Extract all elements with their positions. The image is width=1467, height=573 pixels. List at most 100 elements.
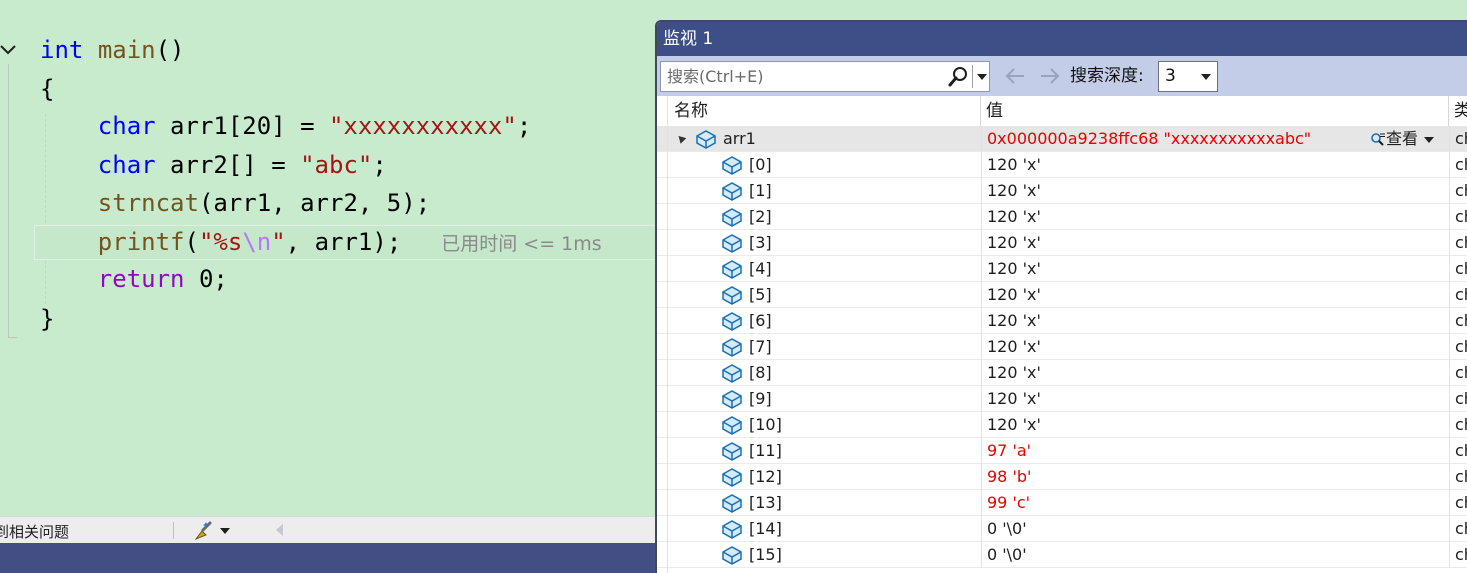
watch-row-name: [13] — [749, 493, 782, 512]
divider — [1449, 256, 1450, 282]
expand-triangle-icon[interactable] — [675, 133, 687, 144]
watch-row-type: ch — [1455, 467, 1467, 486]
watch-row[interactable]: [2] 120 'x' ch — [657, 204, 1467, 230]
column-header-value[interactable]: 值 — [981, 96, 1449, 126]
divider — [1449, 360, 1450, 386]
watch-row-name: [0] — [749, 155, 772, 174]
search-options-dropdown-icon[interactable] — [974, 62, 990, 91]
code-line-1[interactable]: int main() — [40, 32, 185, 68]
watch-row-value[interactable]: 120 'x' — [987, 386, 1041, 412]
divider — [1449, 516, 1450, 542]
column-header-type[interactable]: 类 — [1449, 96, 1467, 126]
variable-field-icon — [721, 155, 743, 175]
code-editor[interactable]: int main() { char arr1[20] = "xxxxxxxxxx… — [0, 0, 674, 516]
watch-title[interactable]: 监视 1 — [657, 22, 1467, 56]
watch-row[interactable]: [6] 120 'x' ch — [657, 308, 1467, 334]
watch-row-name: [11] — [749, 441, 782, 460]
watch-row[interactable]: [4] 120 'x' ch — [657, 256, 1467, 282]
code-line-4[interactable]: char arr2[] = "abc"; — [40, 147, 387, 183]
watch-row-name: [10] — [749, 415, 782, 434]
issues-link[interactable]: 到相关问题 — [0, 521, 69, 542]
watch-row[interactable]: [11] 97 'a' ch — [657, 438, 1467, 464]
column-header-name[interactable]: 名称 — [669, 96, 981, 126]
watch-row-type: ch — [1455, 389, 1467, 408]
magnifier-icon — [1371, 132, 1385, 146]
code-text: arr1[20] = — [155, 112, 329, 140]
string-token: "%s — [198, 228, 243, 256]
watch-row[interactable]: [14] 0 '\0' ch — [657, 516, 1467, 542]
arrow-left-icon[interactable] — [1002, 64, 1028, 88]
watch-row-value[interactable]: 120 'x' — [987, 282, 1041, 308]
elapsed-time-hint[interactable]: 已用时间 <= 1ms — [441, 233, 601, 255]
variable-field-icon — [721, 363, 743, 383]
watch-row-value[interactable]: 0 '\0' — [987, 542, 1027, 568]
divider — [1449, 334, 1450, 360]
divider — [981, 282, 982, 308]
variable-field-icon — [695, 129, 717, 149]
watch-row-type: ch — [1455, 155, 1467, 174]
watch-row-value[interactable]: 120 'x' — [987, 334, 1041, 360]
code-line-5[interactable]: strncat(arr1, arr2, 5); — [40, 185, 430, 221]
variable-field-icon — [721, 389, 743, 409]
code-text: } — [40, 305, 55, 333]
watch-row[interactable]: [8] 120 'x' ch — [657, 360, 1467, 386]
editor-status-strip: 到相关问题 — [0, 516, 660, 543]
watch-row-value[interactable]: 98 'b' — [987, 464, 1031, 490]
variable-field-icon — [721, 285, 743, 305]
divider — [1449, 282, 1450, 308]
code-line-6[interactable]: printf("%s\n", arr1); 已用时间 <= 1ms — [40, 224, 602, 260]
watch-row[interactable]: [12] 98 'b' ch — [657, 464, 1467, 490]
divider — [1449, 490, 1450, 516]
watch-row[interactable]: [15] 0 '\0' ch — [657, 542, 1467, 568]
collapse-chevron-icon[interactable] — [0, 36, 18, 64]
watch-row-value[interactable]: 120 'x' — [987, 204, 1041, 230]
divider — [981, 126, 982, 152]
watch-row-value[interactable]: 120 'x' — [987, 152, 1041, 178]
search-icon[interactable] — [947, 66, 969, 88]
watch-row-value[interactable]: 120 'x' — [987, 360, 1041, 386]
watch-row-type: ch — [1455, 181, 1467, 200]
watch-row-value[interactable]: 99 'c' — [987, 490, 1030, 516]
watch-row[interactable]: [1] 120 'x' ch — [657, 178, 1467, 204]
keyword-token: char — [97, 151, 156, 179]
watch-row-value[interactable]: 120 'x' — [987, 230, 1041, 256]
watch-row[interactable]: [10] 120 'x' ch — [657, 412, 1467, 438]
variable-field-icon — [721, 415, 743, 435]
code-line-8[interactable]: } — [40, 301, 54, 337]
search-box[interactable] — [660, 61, 990, 92]
watch-row-value[interactable]: 97 'a' — [987, 438, 1031, 464]
watch-row-name: [15] — [749, 545, 782, 564]
divider — [1449, 152, 1450, 178]
brush-icon[interactable] — [192, 519, 232, 541]
variable-field-icon — [721, 519, 743, 539]
watch-row[interactable]: [5] 120 'x' ch — [657, 282, 1467, 308]
watch-row[interactable]: [3] 120 'x' ch — [657, 230, 1467, 256]
watch-row[interactable]: [9] 120 'x' ch — [657, 386, 1467, 412]
code-line-2[interactable]: { — [40, 71, 54, 107]
arrow-right-icon[interactable] — [1037, 64, 1063, 88]
scroll-left-arrow-icon[interactable] — [272, 521, 288, 539]
grid-left-border — [667, 96, 668, 573]
watch-window[interactable]: 监视 1 搜索深度: 3 名称 值 类 — [655, 20, 1467, 573]
watch-row-value[interactable]: 0 '\0' — [987, 516, 1027, 542]
divider — [173, 522, 174, 539]
code-line-3[interactable]: char arr1[20] = "xxxxxxxxxxx"; — [40, 108, 531, 144]
divider — [1449, 126, 1450, 152]
watch-row-value[interactable]: 0x000000a9238ffc68 "xxxxxxxxxxxabc" — [987, 126, 1311, 152]
search-input[interactable] — [661, 62, 945, 91]
view-button[interactable]: 查看 — [1370, 127, 1435, 151]
divider — [1449, 438, 1450, 464]
watch-row-value[interactable]: 120 'x' — [987, 412, 1041, 438]
search-depth-select[interactable]: 3 — [1158, 61, 1218, 92]
watch-row[interactable]: [0] 120 'x' ch — [657, 152, 1467, 178]
watch-row-parent[interactable]: arr1 0x000000a9238ffc68 "xxxxxxxxxxxabc"… — [657, 126, 1467, 152]
watch-row-value[interactable]: 120 'x' — [987, 308, 1041, 334]
divider — [1449, 412, 1450, 438]
code-text: ; — [372, 151, 387, 179]
watch-row-value[interactable]: 120 'x' — [987, 256, 1041, 282]
watch-row[interactable]: [7] 120 'x' ch — [657, 334, 1467, 360]
code-line-7[interactable]: return 0; — [40, 261, 228, 297]
watch-row-type: ch — [1455, 415, 1467, 434]
watch-row[interactable]: [13] 99 'c' ch — [657, 490, 1467, 516]
watch-row-value[interactable]: 120 'x' — [987, 178, 1041, 204]
